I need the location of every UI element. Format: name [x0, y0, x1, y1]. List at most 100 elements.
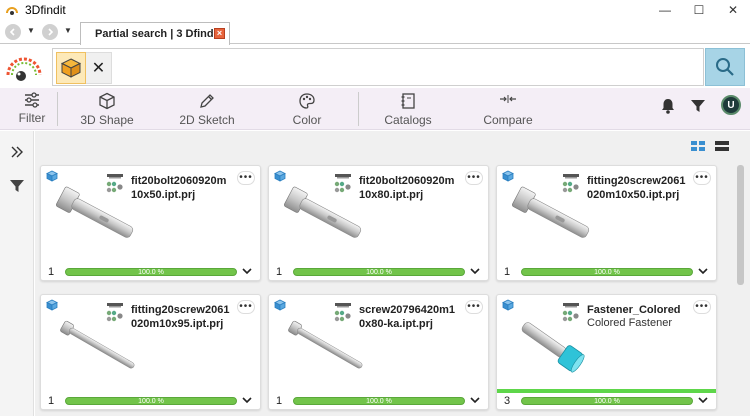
pencil-icon [200, 94, 214, 108]
search-bar: ✕ [0, 45, 750, 88]
back-history-dropdown[interactable]: ▼ [27, 26, 35, 35]
3d-shape-tool[interactable]: 3D Shape [70, 88, 144, 130]
part-name[interactable]: fitting20screw2061020m10x95.ipt.prj [131, 303, 231, 331]
toolbar-divider [358, 92, 359, 126]
results-scrollbar[interactable] [737, 161, 744, 416]
catalog-logo-icon [106, 174, 123, 193]
filter-tool[interactable]: Filter [10, 88, 54, 130]
card-footer: 1 100.0 % [269, 393, 488, 409]
card-footer: 1 100.0 % [269, 264, 488, 280]
color-tool[interactable]: Color [277, 88, 337, 130]
catalog-logo-icon [106, 303, 123, 322]
variant-count: 3 [504, 395, 511, 407]
more-options-button[interactable]: ••• [465, 300, 483, 314]
variant-count: 1 [48, 266, 55, 278]
chip-remove-button[interactable]: ✕ [86, 52, 112, 84]
result-card[interactable]: fitting20screw2061020m10x95.ipt.prj ••• … [40, 294, 261, 410]
list-view-icon[interactable] [715, 141, 729, 151]
tab-partial-search[interactable]: Partial search | 3 Dfindit × [80, 22, 230, 45]
close-window-button[interactable]: ✕ [716, 0, 750, 20]
result-card[interactable]: fit20bolt2060920m10x50.ipt.prj ••• 1 100… [40, 165, 261, 281]
part-thumbnail[interactable] [279, 180, 369, 254]
grid-view-icon[interactable] [691, 141, 705, 151]
more-options-button[interactable]: ••• [465, 171, 483, 185]
search-button[interactable] [705, 48, 745, 86]
card-footer: 3 100.0 % [497, 393, 716, 409]
forward-button[interactable] [42, 24, 58, 40]
title-bar: 3Dfindit — ☐ ✕ [0, 0, 750, 20]
part-thumbnail[interactable] [51, 309, 141, 383]
double-chevron-right-icon [11, 146, 23, 158]
card-footer: 1 100.0 % [41, 264, 260, 280]
result-card[interactable]: Fastener_Colored Colored Fastener ••• 3 … [496, 294, 717, 410]
match-progress-bar: 100.0 % [521, 397, 693, 405]
funnel-icon[interactable] [689, 97, 707, 115]
catalogs-label: Catalogs [384, 113, 432, 127]
result-card[interactable]: screw20796420m10x80-ka.ipt.prj ••• 1 100… [268, 294, 489, 410]
more-options-button[interactable]: ••• [237, 171, 255, 185]
match-progress-bar: 100.0 % [293, 397, 465, 405]
tab-close-icon[interactable]: × [214, 28, 225, 39]
chevron-down-icon[interactable] [241, 394, 253, 406]
scrollbar-thumb[interactable] [737, 165, 744, 285]
filter-panel-button[interactable] [8, 177, 26, 195]
chevron-down-icon[interactable] [469, 265, 481, 277]
filter-label: Filter [18, 111, 46, 125]
part-name[interactable]: Fastener_Colored [587, 303, 687, 317]
catalog-logo-icon [334, 303, 351, 322]
part-name[interactable]: fitting20screw2061020m10x50.ipt.prj [587, 174, 687, 202]
toolbar-divider [57, 92, 58, 126]
catalog-logo-icon [562, 174, 579, 193]
search-icon [716, 58, 734, 76]
3d-shape-label: 3D Shape [80, 113, 134, 127]
tab-title: Partial search | 3 Dfindit [95, 28, 221, 40]
match-progress-bar: 100.0 % [521, 268, 693, 276]
result-card[interactable]: fit20bolt2060920m10x80.ipt.prj ••• 1 100… [268, 165, 489, 281]
catalog-logo-icon [562, 303, 579, 322]
search-chip[interactable]: ✕ [56, 52, 114, 84]
color-label: Color [292, 113, 322, 127]
back-arrow-icon [9, 28, 15, 36]
forward-arrow-icon [48, 28, 54, 36]
catalog-logo-icon [334, 174, 351, 193]
more-options-button[interactable]: ••• [693, 171, 711, 185]
chevron-down-icon[interactable] [697, 265, 709, 277]
chevron-down-icon[interactable] [241, 265, 253, 277]
part-name[interactable]: screw20796420m10x80-ka.ipt.prj [359, 303, 459, 331]
3dfindit-logo-icon [6, 57, 42, 81]
palette-icon [299, 93, 315, 109]
part-name[interactable]: fit20bolt2060920m10x50.ipt.prj [131, 174, 231, 202]
funnel-icon [10, 180, 24, 192]
bell-icon[interactable] [659, 97, 677, 115]
maximize-button[interactable]: ☐ [682, 0, 716, 20]
part-thumbnail[interactable] [51, 180, 141, 254]
search-input[interactable]: ✕ [52, 48, 704, 86]
chevron-down-icon[interactable] [697, 394, 709, 406]
minimize-button[interactable]: — [648, 0, 682, 20]
part-thumbnail[interactable] [279, 309, 369, 383]
chevron-down-icon[interactable] [469, 394, 481, 406]
result-card[interactable]: fitting20screw2061020m10x50.ipt.prj ••• … [496, 165, 717, 281]
cube-outline-icon [99, 92, 115, 110]
2d-sketch-label: 2D Sketch [179, 113, 235, 127]
user-avatar[interactable]: U [721, 95, 741, 115]
more-options-button[interactable]: ••• [237, 300, 255, 314]
2d-sketch-tool[interactable]: 2D Sketch [170, 88, 244, 130]
part-name[interactable]: fit20bolt2060920m10x80.ipt.prj [359, 174, 459, 202]
window-title: 3Dfindit [25, 3, 66, 17]
box-chip[interactable] [56, 52, 86, 84]
compare-tool[interactable]: Compare [474, 88, 542, 130]
part-thumbnail[interactable] [507, 180, 597, 254]
back-button[interactable] [5, 24, 21, 40]
match-progress-bar: 100.0 % [65, 397, 237, 405]
variant-count: 1 [504, 266, 511, 278]
search-toolbar: Filter 3D Shape 2D Sketch Color Catalogs… [0, 88, 750, 130]
catalogs-tool[interactable]: Catalogs [374, 88, 442, 130]
more-options-button[interactable]: ••• [693, 300, 711, 314]
forward-history-dropdown[interactable]: ▼ [64, 26, 72, 35]
card-footer: 1 100.0 % [497, 264, 716, 280]
app-logo-icon [6, 7, 18, 15]
expand-sidebar-button[interactable] [8, 143, 26, 161]
part-thumbnail[interactable] [507, 309, 597, 383]
browser-tab-bar: ▼ ▼ Partial search | 3 Dfindit × [0, 20, 750, 45]
